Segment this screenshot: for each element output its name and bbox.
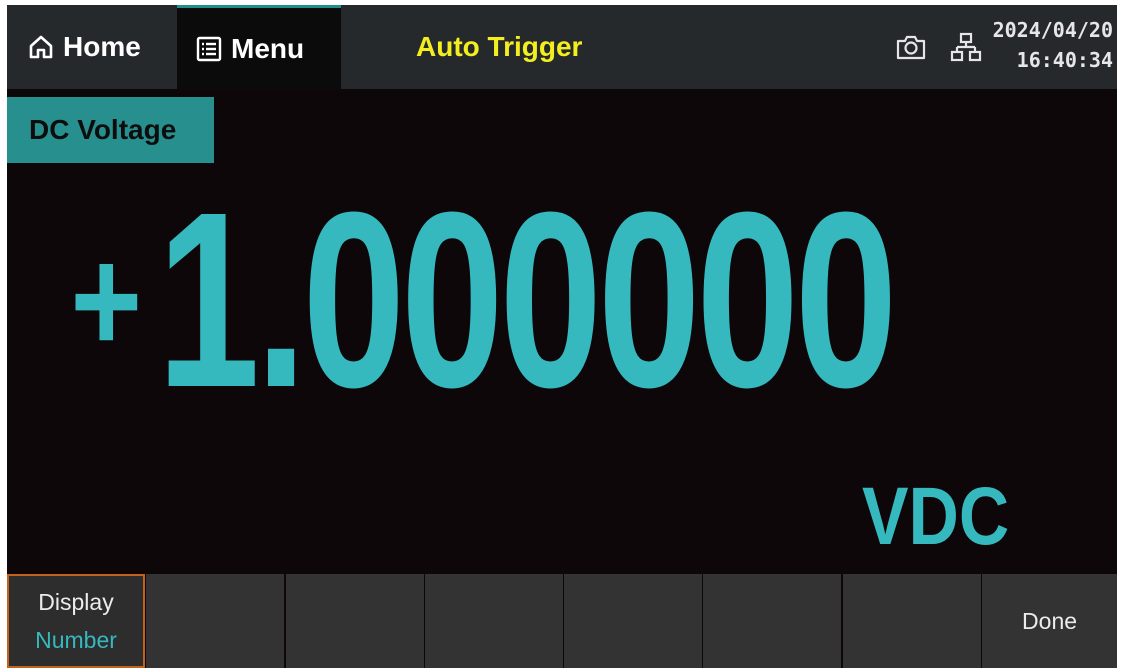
camera-icon[interactable]	[895, 31, 927, 63]
softkey-label: Done	[1022, 608, 1078, 634]
menu-button[interactable]: Menu	[177, 5, 341, 89]
menu-label: Menu	[231, 32, 305, 64]
time-text: 16:40:34	[1016, 48, 1113, 72]
softkey-5[interactable]	[564, 574, 703, 668]
softkey-bar: Display Number Done	[7, 574, 1117, 668]
softkey-3[interactable]	[285, 574, 424, 668]
date-time: 2024/04/20 16:40:34	[993, 15, 1113, 75]
softkey-4[interactable]	[424, 574, 563, 668]
reading-sign: +	[70, 216, 142, 384]
softkey-value: Number	[35, 627, 117, 653]
date-text: 2024/04/20	[992, 18, 1113, 42]
list-menu-icon	[195, 35, 223, 63]
softkey-done[interactable]: Done	[982, 574, 1117, 668]
home-icon	[27, 33, 55, 61]
network-icon	[950, 31, 982, 63]
softkey-display[interactable]: Display Number	[7, 574, 145, 668]
home-button[interactable]: Home	[7, 5, 175, 89]
softkey-6[interactable]	[703, 574, 842, 668]
reading-unit: VDC	[862, 471, 1010, 562]
softkey-2[interactable]	[146, 574, 285, 668]
instrument-screen: Home Menu Auto Trigger 2024/04/20 16:40:…	[7, 5, 1117, 668]
top-bar: Home Menu Auto Trigger 2024/04/20 16:40:…	[7, 5, 1117, 89]
reading-value: 1.000000	[156, 160, 898, 439]
softkey-label: Display	[38, 589, 114, 615]
main-reading: + 1.000000	[63, 160, 1113, 439]
trigger-mode-label: Auto Trigger	[416, 31, 583, 62]
softkey-7[interactable]	[842, 574, 981, 668]
home-label: Home	[63, 31, 141, 62]
function-badge[interactable]: DC Voltage	[7, 97, 214, 163]
